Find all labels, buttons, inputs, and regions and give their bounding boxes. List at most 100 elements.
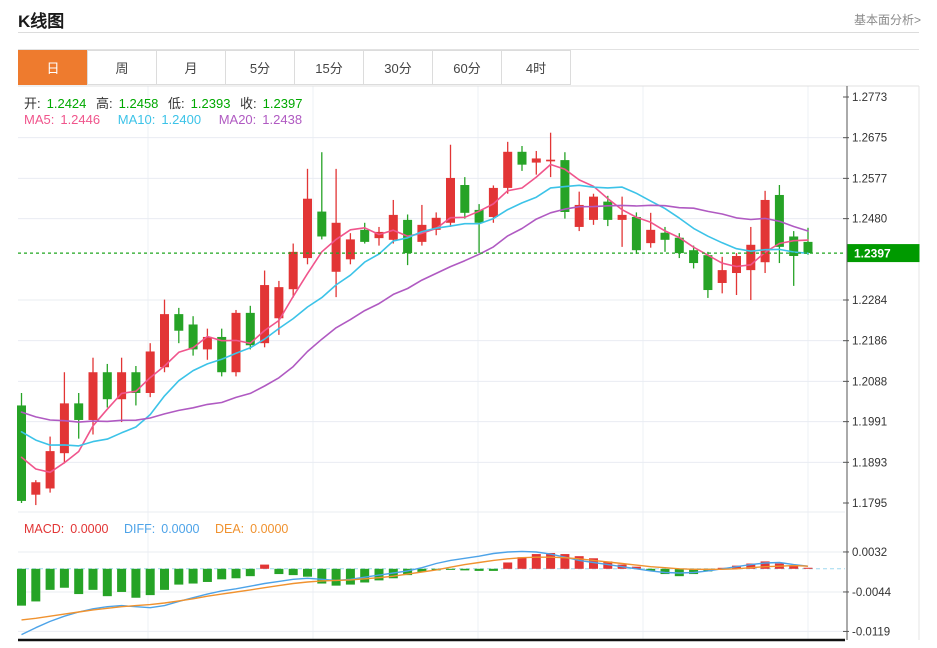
candle-body[interactable]	[303, 198, 312, 259]
candle-body[interactable]	[231, 312, 241, 373]
macd-bar	[331, 568, 341, 586]
macd-bar	[488, 568, 498, 571]
macd-bar	[803, 567, 813, 569]
macd-bar	[460, 568, 470, 571]
price-tick-label: 1.2675	[852, 133, 887, 145]
candle-body[interactable]	[360, 229, 370, 242]
candle-body[interactable]	[746, 244, 756, 271]
ma-legend: MA5: 1.2446 MA10: 1.2400 MA20: 1.2438	[24, 112, 308, 127]
interval-tabbar: 日 周 月 5分 15分 30分 60分 4时	[18, 50, 571, 85]
macd-bar	[88, 568, 98, 590]
candle-body[interactable]	[274, 287, 284, 319]
macd-value: 0.0000	[70, 522, 109, 536]
ma5-line	[20, 163, 809, 474]
dea-label: DEA:	[214, 522, 245, 536]
macd-bar	[274, 568, 284, 575]
tab-day[interactable]: 日	[18, 50, 88, 85]
tab-month[interactable]: 月	[156, 50, 226, 85]
diff-label: DIFF:	[124, 522, 156, 536]
candle-body[interactable]	[703, 255, 713, 291]
ma10-label: MA10:	[117, 112, 156, 127]
price-tick-label: 1.1991	[852, 417, 887, 429]
candle-body[interactable]	[345, 239, 355, 260]
candles-layer	[17, 132, 813, 506]
macd-tick-label: 0.0032	[852, 547, 887, 559]
tab-5min[interactable]: 5分	[225, 50, 295, 85]
ma20-value: 1.2438	[262, 112, 303, 127]
macd-bar	[145, 568, 155, 596]
macd-bar	[102, 568, 112, 597]
macd-bar	[59, 568, 69, 588]
candle-body[interactable]	[88, 372, 98, 420]
candle-body[interactable]	[331, 222, 341, 272]
price-tick-label: 1.2186	[852, 336, 887, 348]
macd-bar	[117, 568, 127, 592]
tab-week[interactable]: 周	[87, 50, 157, 85]
macd-bar	[174, 568, 184, 585]
candle-body[interactable]	[503, 151, 513, 188]
candle-body[interactable]	[145, 351, 155, 393]
price-tick-label: 1.1893	[852, 457, 887, 469]
candle-body[interactable]	[17, 405, 26, 501]
ma20-label: MA20:	[218, 112, 257, 127]
macd-tick-label: -0.0044	[852, 587, 892, 599]
candle-body[interactable]	[603, 201, 613, 220]
candle-body[interactable]	[388, 214, 398, 240]
candle-body[interactable]	[546, 159, 556, 162]
candle-body[interactable]	[102, 372, 112, 400]
title-divider	[18, 32, 919, 33]
diff-value: 0.0000	[161, 522, 200, 536]
macd-bar	[531, 554, 541, 569]
fundamental-analysis-link[interactable]: 基本面分析>	[854, 11, 921, 28]
candle-body[interactable]	[446, 177, 455, 223]
macd-bar	[231, 568, 241, 579]
candle-body[interactable]	[589, 196, 598, 220]
candle-body[interactable]	[517, 151, 527, 165]
macd-bar	[260, 564, 270, 569]
candle-body[interactable]	[160, 314, 169, 368]
macd-bar	[245, 568, 255, 577]
ma10-value: 1.2400	[161, 112, 202, 127]
candle-body[interactable]	[288, 251, 298, 290]
candle-body[interactable]	[260, 285, 270, 344]
candle-body[interactable]	[574, 204, 584, 227]
candle-body[interactable]	[717, 270, 727, 283]
tab-4hour[interactable]: 4时	[501, 50, 571, 85]
tab-60min[interactable]: 60分	[432, 50, 502, 85]
candle-body[interactable]	[689, 250, 699, 264]
candle-body[interactable]	[488, 187, 498, 217]
tab-30min[interactable]: 30分	[363, 50, 433, 85]
candle-body[interactable]	[660, 232, 670, 240]
candle-body[interactable]	[631, 216, 641, 251]
ma5-value: 1.2446	[60, 112, 101, 127]
tab-15min[interactable]: 15分	[294, 50, 364, 85]
open-label: 开:	[24, 96, 41, 111]
macd-tick-label: -0.0119	[852, 626, 890, 638]
candle-body[interactable]	[617, 214, 627, 220]
macd-bar	[360, 568, 370, 583]
candle-body[interactable]	[31, 482, 41, 495]
high-value: 1.2458	[118, 96, 159, 111]
candle-body[interactable]	[803, 241, 813, 254]
current-price-badge: 1.2397	[847, 244, 920, 263]
kline-chart-canvas[interactable]: 1.2773 1.2675 1.2577 1.2480 1.2284 1.2186 1.20…	[0, 85, 937, 648]
candle-body[interactable]	[732, 255, 741, 274]
macd-bar	[474, 568, 484, 571]
candle-body[interactable]	[131, 372, 141, 393]
candle-body[interactable]	[531, 158, 541, 163]
macd-bar	[217, 568, 227, 580]
macd-bar	[446, 568, 455, 570]
candle-body[interactable]	[646, 229, 656, 244]
candle-body[interactable]	[460, 185, 470, 213]
price-tick-label: 1.2284	[852, 295, 888, 307]
price-tick-label: 1.2577	[852, 173, 887, 185]
ma10-line	[20, 184, 809, 447]
candle-body[interactable]	[174, 314, 184, 331]
close-value: 1.2397	[262, 96, 303, 111]
candle-body[interactable]	[74, 403, 84, 420]
candle-body[interactable]	[217, 336, 227, 373]
candle-body[interactable]	[117, 372, 127, 400]
macd-bar	[45, 568, 55, 590]
macd-bar	[31, 568, 41, 602]
candle-body[interactable]	[317, 211, 327, 237]
